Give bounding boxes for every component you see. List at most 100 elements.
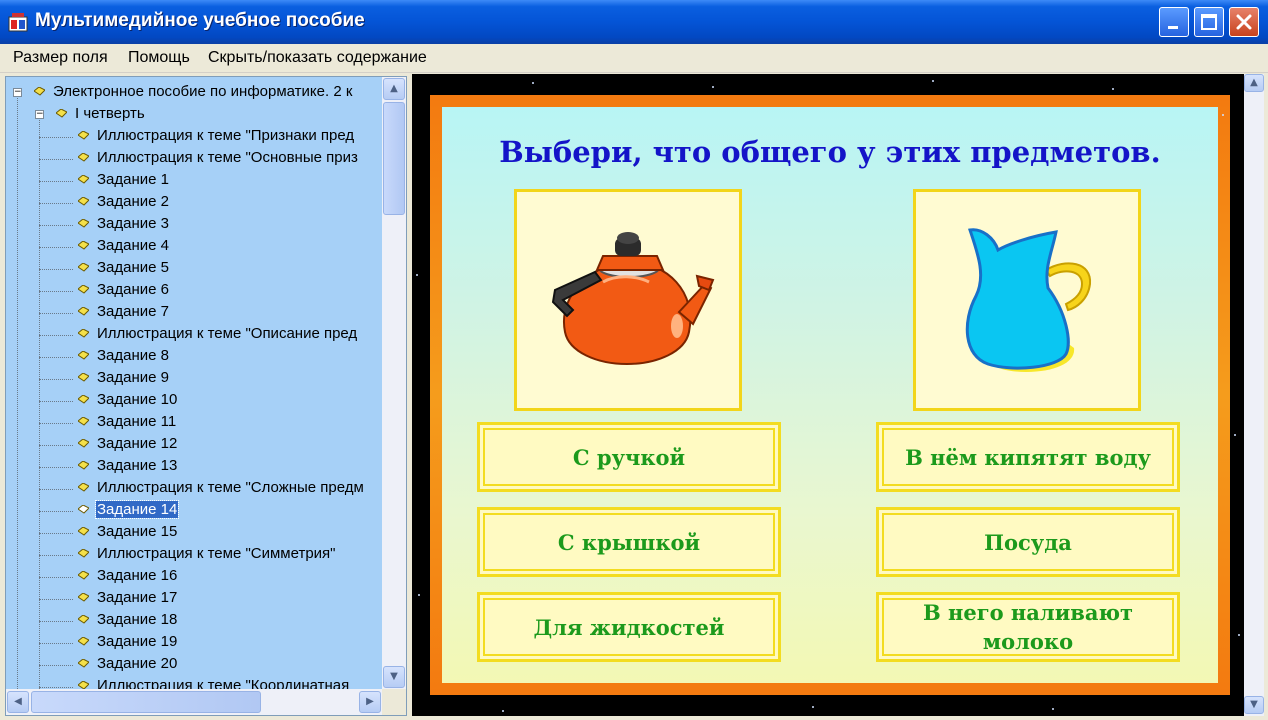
answer-option-4[interactable]: Посуда <box>876 507 1180 577</box>
scroll-up-button[interactable]: ▲ <box>1244 74 1264 92</box>
tree-line <box>39 467 73 468</box>
tree-horizontal-scrollbar[interactable]: ◀ ▶ <box>6 689 382 715</box>
tree-line <box>39 687 73 688</box>
tree-line <box>39 225 73 226</box>
tree-item-label: Задание 20 <box>97 655 178 672</box>
book-icon <box>78 175 89 184</box>
task-frame: Выбери, что общего у этих предметов. С р… <box>430 95 1230 695</box>
tree-item[interactable]: Задание 8 <box>6 346 382 368</box>
tree-line <box>39 599 73 600</box>
tree-line <box>39 533 73 534</box>
tree-line <box>39 357 73 358</box>
tree-quarter[interactable]: − I четверть <box>6 104 382 126</box>
book-icon <box>78 549 89 558</box>
tree-item[interactable]: Иллюстрация к теме "Признаки пред <box>6 126 382 148</box>
book-icon <box>78 197 89 206</box>
tree-item[interactable]: Задание 12 <box>6 434 382 456</box>
app-icon <box>8 13 28 32</box>
tree-item[interactable]: Задание 3 <box>6 214 382 236</box>
book-icon <box>78 571 89 580</box>
tree-item[interactable]: Задание 14 <box>6 500 382 522</box>
star-decoration <box>1112 88 1114 90</box>
contents-tree[interactable]: − Электронное пособие по информатике. 2 … <box>5 76 407 716</box>
tree-line <box>39 379 73 380</box>
scroll-left-button[interactable]: ◀ <box>7 691 29 713</box>
star-decoration <box>532 82 534 84</box>
tree-item-label: Задание 1 <box>97 171 170 188</box>
tree-item[interactable]: Иллюстрация к теме "Сложные предм <box>6 478 382 500</box>
tree-item[interactable]: Задание 2 <box>6 192 382 214</box>
content-vertical-scrollbar[interactable]: ▲ ▼ <box>1244 74 1264 716</box>
tree-item[interactable]: Иллюстрация к теме "Координатная <box>6 676 382 689</box>
tree-item-label: Иллюстрация к теме "Симметрия" <box>97 545 336 562</box>
book-icon <box>78 681 89 689</box>
tree-line <box>39 511 73 512</box>
tree-item[interactable]: Задание 4 <box>6 236 382 258</box>
answer-label: В него наливают молоко <box>882 598 1174 656</box>
tree-item-label: Задание 3 <box>97 215 170 232</box>
answer-option-6[interactable]: В него наливают молоко <box>876 592 1180 662</box>
tree-item[interactable]: Задание 18 <box>6 610 382 632</box>
tree-line <box>39 159 73 160</box>
tree-item[interactable]: Задание 9 <box>6 368 382 390</box>
tree-item-label: Задание 4 <box>97 237 170 254</box>
menu-field-size[interactable]: Размер поля <box>13 49 108 67</box>
tree-line <box>39 247 73 248</box>
answer-option-5[interactable]: Для жидкостей <box>477 592 781 662</box>
tree-item[interactable]: Задание 13 <box>6 456 382 478</box>
answer-label: Для жидкостей <box>483 598 775 656</box>
tree-item[interactable]: Задание 6 <box>6 280 382 302</box>
open-book-icon <box>78 505 89 514</box>
tree-line <box>39 643 73 644</box>
scroll-thumb[interactable] <box>383 102 405 215</box>
scroll-down-button[interactable]: ▼ <box>383 666 405 688</box>
scroll-right-button[interactable]: ▶ <box>359 691 381 713</box>
scroll-thumb[interactable] <box>31 691 261 713</box>
scroll-up-button[interactable]: ▲ <box>383 78 405 100</box>
answer-label: С ручкой <box>483 428 775 486</box>
tree-item[interactable]: Иллюстрация к теме "Основные приз <box>6 148 382 170</box>
close-button[interactable] <box>1229 7 1259 37</box>
tree-item-label: Задание 17 <box>97 589 178 606</box>
tree-line <box>39 269 73 270</box>
book-icon <box>78 219 89 228</box>
tree-item[interactable]: Задание 1 <box>6 170 382 192</box>
picture-kettle <box>514 189 742 411</box>
book-icon <box>78 131 89 140</box>
tree-item[interactable]: Задание 15 <box>6 522 382 544</box>
minimize-icon <box>1168 26 1178 29</box>
tree-item-label: Задание 14 <box>94 500 180 519</box>
answer-option-3[interactable]: С крышкой <box>477 507 781 577</box>
kettle-icon <box>551 232 715 366</box>
tree-item[interactable]: Задание 7 <box>6 302 382 324</box>
tree-item[interactable]: Иллюстрация к теме "Симметрия" <box>6 544 382 566</box>
tree-item[interactable]: Задание 20 <box>6 654 382 676</box>
tree-item[interactable]: Задание 11 <box>6 412 382 434</box>
answer-option-1[interactable]: С ручкой <box>477 422 781 492</box>
scroll-down-button[interactable]: ▼ <box>1244 696 1264 714</box>
star-decoration <box>416 274 418 276</box>
collapse-icon[interactable]: − <box>35 110 44 119</box>
maximize-button[interactable] <box>1194 7 1224 37</box>
book-icon <box>78 439 89 448</box>
answer-label: С крышкой <box>483 513 775 571</box>
menu-toggle-contents[interactable]: Скрыть/показать содержание <box>208 49 427 67</box>
tree-item[interactable]: Задание 10 <box>6 390 382 412</box>
tree-root[interactable]: − Электронное пособие по информатике. 2 … <box>6 82 382 104</box>
tree-item[interactable]: Задание 17 <box>6 588 382 610</box>
book-icon <box>78 659 89 668</box>
tree-item-label: Задание 7 <box>97 303 170 320</box>
menu-help[interactable]: Помощь <box>128 49 190 67</box>
collapse-icon[interactable]: − <box>13 88 22 97</box>
tree-item-label: Иллюстрация к теме "Основные приз <box>97 149 358 166</box>
tree-item[interactable]: Иллюстрация к теме "Описание пред <box>6 324 382 346</box>
book-icon <box>78 285 89 294</box>
minimize-button[interactable] <box>1159 7 1189 37</box>
tree-view[interactable]: − Электронное пособие по информатике. 2 … <box>6 77 382 689</box>
tree-item[interactable]: Задание 19 <box>6 632 382 654</box>
answer-option-2[interactable]: В нём кипятят воду <box>876 422 1180 492</box>
tree-vertical-scrollbar[interactable]: ▲ ▼ <box>382 77 406 689</box>
tree-item[interactable]: Задание 16 <box>6 566 382 588</box>
tree-item[interactable]: Задание 5 <box>6 258 382 280</box>
tree-line <box>39 401 73 402</box>
